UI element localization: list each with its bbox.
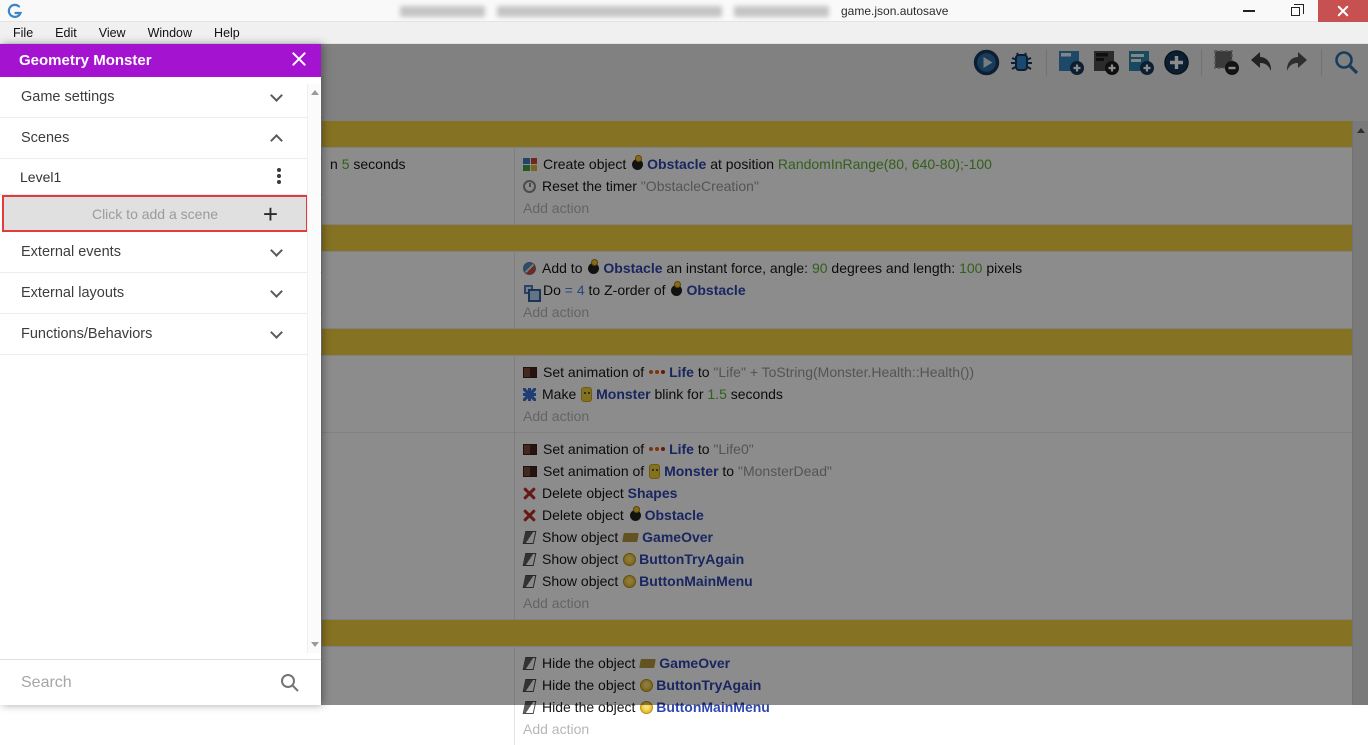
search-input[interactable]: Search bbox=[21, 674, 279, 692]
chevron-down-icon[interactable] bbox=[270, 244, 283, 257]
menu-bar: FileEditViewWindowHelp bbox=[0, 22, 1368, 44]
window-title: game.json.autosave bbox=[400, 0, 948, 22]
window-title-text: game.json.autosave bbox=[841, 4, 948, 18]
menu-window[interactable]: Window bbox=[137, 22, 203, 44]
restore-icon bbox=[1291, 7, 1300, 16]
close-window-button[interactable] bbox=[1318, 0, 1368, 22]
menu-view[interactable]: View bbox=[88, 22, 137, 44]
os-title-bar: game.json.autosave bbox=[0, 0, 1368, 22]
scene-item-level1[interactable]: Level1 bbox=[0, 159, 321, 195]
search-bar[interactable]: Search bbox=[0, 659, 321, 705]
minimize-button[interactable] bbox=[1226, 0, 1272, 22]
menu-help[interactable]: Help bbox=[203, 22, 251, 44]
sidebar-item-external-layouts[interactable]: External layouts bbox=[0, 273, 321, 314]
sidebar-item-label: External events bbox=[21, 244, 121, 260]
sidebar-item-label: External layouts bbox=[21, 285, 124, 301]
redacted-title-segment bbox=[734, 6, 829, 17]
sidebar-item-label: Functions/Behaviors bbox=[21, 326, 152, 342]
close-drawer-button[interactable] bbox=[291, 52, 307, 68]
chevron-up-icon[interactable] bbox=[270, 134, 283, 147]
chevron-down-icon[interactable] bbox=[270, 285, 283, 298]
sidebar-item-functions-behaviors[interactable]: GFunctions/Behaviors bbox=[0, 314, 321, 355]
add-action-button[interactable]: Add action bbox=[523, 718, 1344, 740]
chevron-down-icon[interactable] bbox=[270, 89, 283, 102]
plus-icon: + bbox=[263, 198, 278, 231]
sidebar-item-game-settings[interactable]: Game settings bbox=[0, 77, 321, 118]
project-manager-header: Geometry Monster bbox=[0, 44, 321, 77]
menu-edit[interactable]: Edit bbox=[44, 22, 88, 44]
search-icon bbox=[279, 672, 301, 694]
redacted-title-segment bbox=[400, 6, 485, 17]
gdevelop-logo-icon bbox=[6, 3, 24, 19]
scene-item-label: Level1 bbox=[20, 169, 61, 185]
project-title: Geometry Monster bbox=[19, 52, 152, 69]
sidebar-item-label: Scenes bbox=[21, 130, 69, 146]
menu-file[interactable]: File bbox=[2, 22, 44, 44]
project-manager-drawer: Geometry Monster Game settings Scenes Leve… bbox=[0, 44, 321, 705]
restore-button[interactable] bbox=[1272, 0, 1318, 22]
redacted-title-segment bbox=[497, 6, 722, 17]
sidebar-item-scenes[interactable]: Scenes bbox=[0, 118, 321, 159]
drawer-scrollbar[interactable] bbox=[307, 84, 320, 653]
modal-dim-overlay[interactable] bbox=[321, 44, 1368, 705]
window-controls bbox=[1226, 0, 1368, 22]
chevron-down-icon[interactable] bbox=[270, 326, 283, 339]
sidebar-item-label: Game settings bbox=[21, 89, 115, 105]
sidebar-item-external-events[interactable]: External events bbox=[0, 232, 321, 273]
add-scene-label: Click to add a scene bbox=[92, 206, 218, 222]
close-icon bbox=[1337, 5, 1349, 17]
minimize-icon bbox=[1243, 10, 1255, 12]
kebab-menu-icon[interactable] bbox=[277, 168, 281, 186]
add-scene-button[interactable]: Click to add a scene + bbox=[2, 195, 308, 232]
